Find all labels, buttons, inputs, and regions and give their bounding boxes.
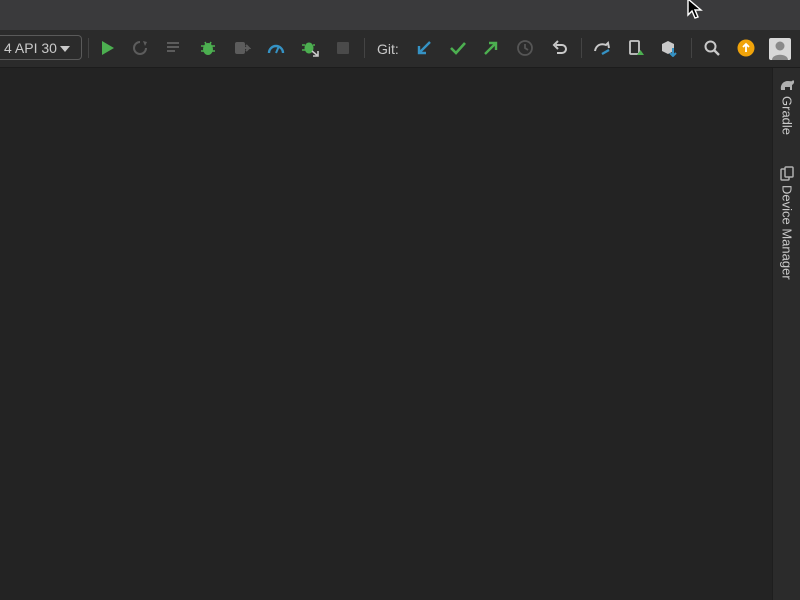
main-toolbar: 4 API 30 Git: <box>0 30 800 68</box>
checkmark-icon <box>450 42 466 55</box>
debug-button[interactable] <box>197 37 219 59</box>
device-selector-dropdown[interactable]: 4 API 30 <box>0 35 82 60</box>
chevron-down-icon <box>59 42 71 58</box>
apply-changes-button[interactable] <box>129 37 151 59</box>
gradle-sync-icon <box>594 40 610 56</box>
gradle-tool-tab[interactable]: Gradle <box>773 78 800 135</box>
device-manager-tab-label: Device Manager <box>779 185 795 280</box>
sync-gradle-button[interactable] <box>591 37 613 59</box>
git-push-button[interactable] <box>480 37 502 59</box>
apply-changes-icon <box>133 41 147 55</box>
run-icon <box>102 41 114 55</box>
code-changes-icon <box>167 42 179 52</box>
debug-attach-button[interactable] <box>299 37 321 59</box>
user-avatar-icon <box>772 41 788 60</box>
device-selector-label: 4 API 30 <box>4 39 57 56</box>
editor-area[interactable] <box>0 68 772 600</box>
profiler-gauge-icon <box>267 44 285 54</box>
sdk-manager-button[interactable] <box>658 37 680 59</box>
gradle-elephant-icon <box>780 80 795 90</box>
profile-button[interactable] <box>265 37 287 59</box>
toolbar-separator <box>691 38 692 58</box>
apply-code-changes-button[interactable] <box>163 37 185 59</box>
device-manager-icon <box>629 40 644 55</box>
run-button[interactable] <box>96 37 118 59</box>
search-button[interactable] <box>701 37 723 59</box>
toolbar-separator <box>364 38 365 58</box>
arrow-up-right-icon <box>484 41 498 55</box>
gradle-tab-label: Gradle <box>779 96 795 136</box>
attach-debugger-icon <box>235 42 251 54</box>
attach-debugger-button[interactable] <box>231 37 253 59</box>
git-label: Git: <box>377 41 399 57</box>
toolbar-separator <box>581 38 582 58</box>
stop-button[interactable] <box>332 37 354 59</box>
right-tool-window-bar: Gradle Device Manager <box>772 68 800 600</box>
sdk-box-icon <box>662 41 677 57</box>
device-manager-icon <box>780 166 794 181</box>
user-account-button[interactable] <box>769 38 791 60</box>
stop-icon <box>337 42 349 54</box>
git-update-button[interactable] <box>413 37 435 59</box>
search-icon <box>704 40 720 56</box>
arrow-down-left-icon <box>417 41 431 55</box>
toolbar-separator <box>88 38 89 58</box>
mouse-pointer-icon <box>686 0 704 25</box>
device-manager-button[interactable] <box>625 37 647 59</box>
bug-icon <box>201 41 215 55</box>
device-manager-tool-tab[interactable]: Device Manager <box>773 166 800 280</box>
update-arrow-icon <box>737 39 755 57</box>
update-available-button[interactable] <box>735 37 757 59</box>
bug-arrow-icon <box>302 42 319 57</box>
git-commit-button[interactable] <box>447 37 469 59</box>
git-history-button[interactable] <box>514 37 536 59</box>
git-rollback-button[interactable] <box>549 37 571 59</box>
clock-icon <box>517 40 533 56</box>
window-title-bar <box>0 0 800 30</box>
undo-icon <box>552 40 567 54</box>
